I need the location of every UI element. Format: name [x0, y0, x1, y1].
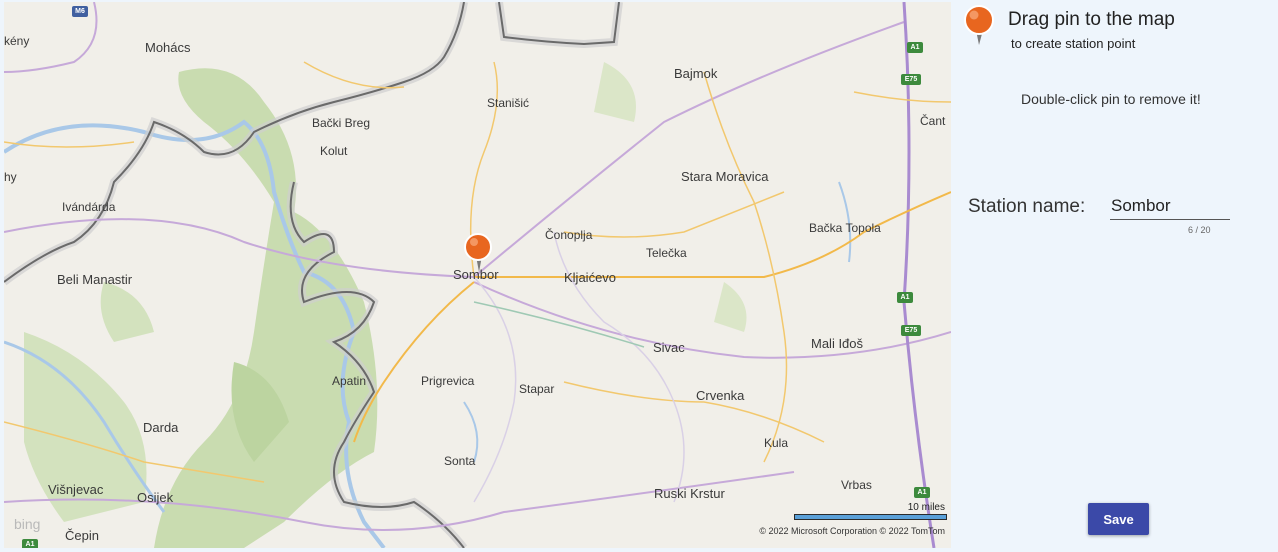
app-root: kény Mohács Bajmok Stanišić Bački Breg Č…: [0, 0, 1278, 552]
map-pin-icon[interactable]: [463, 232, 493, 274]
drag-pin-subtitle: to create station point: [1011, 36, 1136, 51]
place-kolut: Kolut: [320, 144, 348, 158]
station-name-label: Station name:: [968, 196, 1086, 217]
place-backa-topola: Bačka Topola: [809, 221, 881, 235]
place-backi-breg: Bački Breg: [312, 116, 371, 130]
place-bajmok: Bajmok: [674, 66, 718, 81]
scale-label: 10 miles: [907, 502, 945, 513]
place-keny: kény: [4, 34, 30, 48]
road-shield-a1: A1: [907, 42, 923, 53]
place-sonta: Sonta: [444, 454, 476, 468]
place-cepin: Čepin: [65, 528, 99, 543]
place-prigrevica: Prigrevica: [421, 374, 475, 388]
place-sivac: Sivac: [653, 340, 685, 355]
place-hy: hy: [4, 170, 17, 184]
road-shield-a1: A1: [22, 539, 38, 548]
place-stapar: Stapar: [519, 382, 555, 396]
place-stanisic: Stanišić: [487, 96, 530, 110]
place-crvenka: Crvenka: [696, 388, 745, 403]
place-ivandarda: Ivándárda: [62, 200, 116, 214]
place-visnjevac: Višnjevac: [48, 482, 104, 497]
drag-pin-title: Drag pin to the map: [1008, 9, 1175, 30]
place-ruski-krstur: Ruski Krstur: [654, 486, 725, 501]
road-shield-a1: A1: [897, 292, 913, 303]
place-cant: Čant: [920, 114, 946, 128]
place-darda: Darda: [143, 420, 179, 435]
map-canvas[interactable]: kény Mohács Bajmok Stanišić Bački Breg Č…: [4, 2, 951, 548]
scale-line: [794, 514, 947, 520]
place-kljajicevo: Kljaićevo: [564, 270, 617, 285]
place-vrbas: Vrbas: [841, 478, 872, 492]
remove-pin-hint: Double-click pin to remove it!: [1021, 91, 1201, 107]
station-name-input[interactable]: [1110, 192, 1230, 220]
place-kula: Kula: [764, 436, 789, 450]
character-counter: 6 / 20: [1188, 225, 1211, 235]
place-mohacs: Mohács: [145, 40, 191, 55]
map-copyright: © 2022 Microsoft Corporation © 2022 TomT…: [759, 526, 945, 536]
bing-logo: bing: [14, 516, 41, 532]
station-panel: Drag pin to the map to create station po…: [951, 0, 1278, 552]
place-mali-idos: Mali Iđoš: [811, 336, 864, 351]
draggable-pin-icon[interactable]: [961, 4, 997, 46]
road-shield-e75: E75: [901, 74, 921, 85]
place-beli-manastir: Beli Manastir: [57, 272, 133, 287]
place-telecka: Telečka: [646, 246, 687, 260]
road-shield-e75: E75: [901, 325, 921, 336]
place-stara-moravica: Stara Moravica: [681, 169, 769, 184]
road-shield-m6: M6: [72, 6, 88, 17]
save-button[interactable]: Save: [1088, 503, 1149, 535]
map-scale-bar: 10 miles: [794, 502, 949, 522]
place-conoplja: Čonoplja: [545, 228, 593, 242]
road-shield-a1: A1: [914, 487, 930, 498]
place-apatin: Apatin: [332, 374, 367, 388]
place-osijek: Osijek: [137, 490, 174, 505]
